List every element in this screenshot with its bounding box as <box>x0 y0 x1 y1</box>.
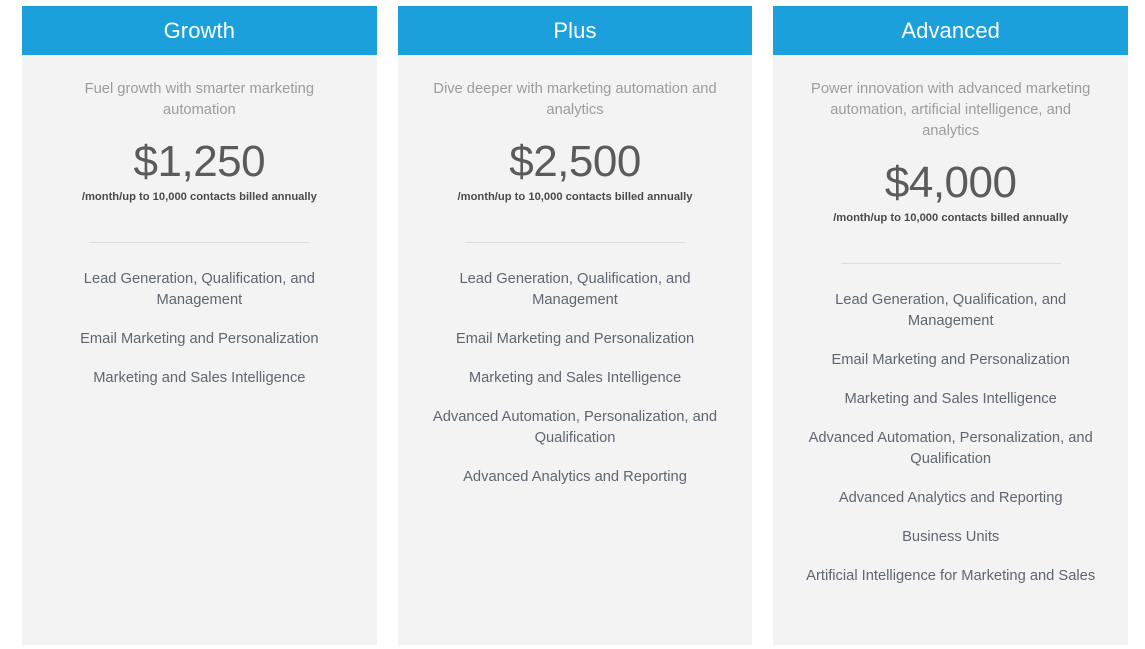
plan-description: Dive deeper with marketing automation an… <box>433 81 717 118</box>
plan-description: Power innovation with advanced marketing… <box>811 81 1091 139</box>
plan-card: Growth Fuel growth with smarter marketing… <box>22 6 377 645</box>
plan-body: Dive deeper with marketing automation an… <box>398 55 753 645</box>
pricing-table: Growth Fuel growth with smarter marketing… <box>0 0 1145 649</box>
plan-card: Plus Dive deeper with marketing automatio… <box>397 6 753 645</box>
plan-feature-item: Email Marketing and Personalization <box>80 331 319 347</box>
plan-feature-item: Marketing and Sales Intelligence <box>844 391 1057 407</box>
plan-name: Growth <box>163 17 236 43</box>
plan-description: Fuel growth with smarter marketing autom… <box>84 81 315 118</box>
plan-feature-list: Lead Generation, Qualification, and Mana… <box>414 269 737 488</box>
plan-feature-list: Lead Generation, Qualification, and Mana… <box>38 269 361 389</box>
plan-feature-item: Lead Generation, Qualification, and Mana… <box>459 271 691 308</box>
plan-feature-item: Advanced Automation, Personalization, an… <box>808 430 1093 467</box>
plan-feature-item: Email Marketing and Personalization <box>831 352 1070 368</box>
plan-price: $1,250 <box>133 137 266 186</box>
plan-price: $2,500 <box>509 137 641 186</box>
plan-feature-item: Advanced Analytics and Reporting <box>463 469 687 485</box>
plan-feature-item: Advanced Analytics and Reporting <box>838 490 1063 506</box>
plan-feature-list: Lead Generation, Qualification, and Mana… <box>789 290 1112 587</box>
plan-feature-item: Artificial Intelligence for Marketing an… <box>806 568 1096 584</box>
plan-name: Advanced <box>901 17 1000 43</box>
plan-price: $4,000 <box>884 158 1017 207</box>
plan-price-note: /month/up to 10,000 contacts billed annu… <box>457 191 693 203</box>
plan-name: Plus <box>553 17 597 43</box>
plan-price-note: /month/up to 10,000 contacts billed annu… <box>81 191 317 203</box>
plan-feature-item: Email Marketing and Personalization <box>455 331 695 347</box>
plan-feature-item: Marketing and Sales Intelligence <box>93 370 306 386</box>
plan-feature-item: Marketing and Sales Intelligence <box>468 370 682 386</box>
plan-header: Growth <box>22 6 377 55</box>
plan-feature-item: Business Units <box>902 529 1000 545</box>
plan-feature-item: Lead Generation, Qualification, and Mana… <box>835 292 1067 329</box>
plan-feature-item: Advanced Automation, Personalization, an… <box>432 409 718 446</box>
plan-feature-item: Lead Generation, Qualification, and Mana… <box>83 271 315 308</box>
plan-body: Power innovation with advanced marketing… <box>773 55 1128 645</box>
plan-price-note: /month/up to 10,000 contacts billed annu… <box>833 212 1069 224</box>
plan-header: Advanced <box>773 6 1129 55</box>
plan-divider <box>89 242 310 243</box>
plan-body: Fuel growth with smarter marketing autom… <box>22 55 377 645</box>
plan-divider <box>840 263 1061 264</box>
plan-card: Advanced Power innovation with advanced m… <box>773 6 1129 645</box>
plan-header: Plus <box>397 6 753 55</box>
plan-divider <box>465 242 685 243</box>
